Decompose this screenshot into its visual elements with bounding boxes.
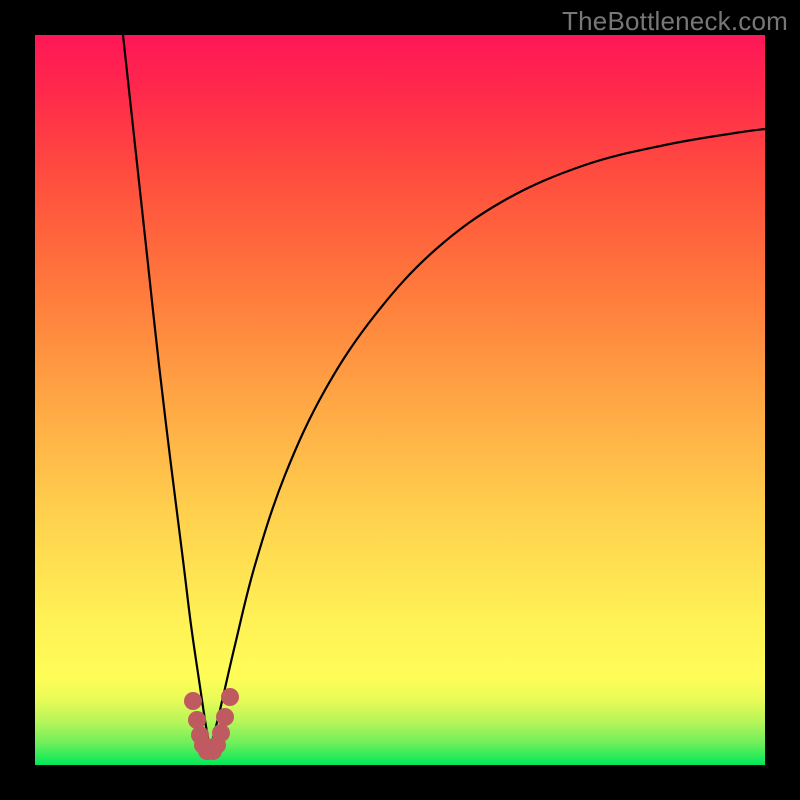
- optimal-marker-dot: [212, 724, 230, 742]
- optimal-marker-dot: [188, 711, 206, 729]
- optimal-marker-dot: [184, 692, 202, 710]
- gradient-background: [35, 35, 765, 765]
- chart-plot-area: [35, 35, 765, 765]
- optimal-marker-dot: [216, 708, 234, 726]
- watermark-text: TheBottleneck.com: [562, 6, 788, 37]
- optimal-marker-dot: [221, 688, 239, 706]
- bottleneck-chart: [35, 35, 765, 765]
- chart-frame: TheBottleneck.com: [0, 0, 800, 800]
